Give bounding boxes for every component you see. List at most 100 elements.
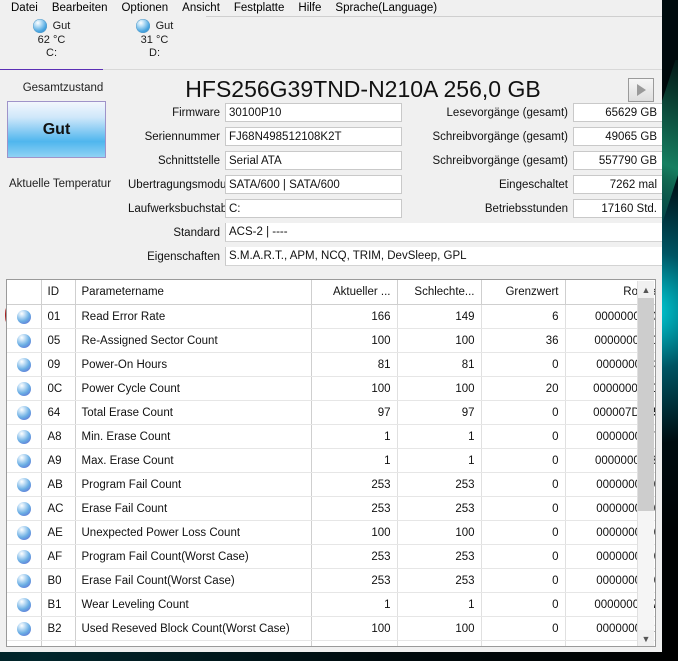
row-worst-cell: 100 [397, 376, 482, 401]
row-status-cell [7, 496, 42, 521]
row-current-cell: 100 [311, 640, 398, 646]
play-button[interactable] [628, 78, 654, 102]
disk-tab-strip: Gut 62 °C C: Gut 31 °C D: [0, 16, 662, 72]
status-sphere-icon [16, 501, 31, 516]
row-status-cell [7, 376, 42, 401]
row-current-cell: 253 [311, 544, 398, 569]
scrollbar-thumb[interactable] [638, 298, 654, 511]
menu-item-datei[interactable]: Datei [4, 1, 45, 15]
chevron-down-icon[interactable]: ▼ [638, 630, 654, 646]
row-worst-cell: 149 [397, 304, 482, 329]
play-icon [636, 84, 646, 96]
menu-item-ansicht[interactable]: Ansicht [175, 1, 227, 15]
field-firmware-value[interactable]: 30100P10 [225, 103, 402, 122]
row-current-cell: 100 [311, 616, 398, 641]
table-row[interactable]: 64Total Erase Count97970000007DF85F3 [7, 400, 655, 425]
health-caption: Gesamtzustand [22, 82, 104, 94]
field-features-value[interactable]: S.M.A.R.T., APM, NCQ, TRIM, DevSleep, GP… [225, 247, 662, 266]
table-row[interactable]: 01Read Error Rate166149600000000000B [7, 304, 655, 329]
row-threshold-cell: 0 [481, 592, 566, 617]
health-panel: Gesamtzustand Aktuelle Temperatur [0, 70, 126, 268]
row-threshold-cell: 0 [481, 640, 566, 646]
row-name-cell: Erase Fail Count [75, 496, 312, 521]
smart-table-head: ID Parametername Aktueller ... Schlechte… [7, 280, 655, 305]
table-row[interactable]: ABProgram Fail Count2532530000000000000 [7, 472, 655, 497]
row-worst-cell: 1 [397, 592, 482, 617]
table-row[interactable]: B3Used Reseved Block Count(SSD Total)100… [7, 640, 655, 646]
table-row[interactable]: 05 Re-Assigned Sector Count 100 100 36 000000… [7, 328, 655, 353]
scrollbar-track[interactable] [638, 298, 654, 630]
table-row[interactable]: B0 Erase Fail Count(Worst Case) 253 253 0 000… [7, 568, 655, 593]
status-sphere-icon [16, 597, 31, 612]
table-scrollbar[interactable]: ▲ ▼ [637, 281, 654, 646]
row-worst-cell: 97 [397, 400, 482, 425]
field-transfer-mode: Übertragungsmodus SATA/600 | SATA/600 [128, 174, 402, 195]
row-id-cell: A8 [41, 424, 76, 449]
field-standard-value[interactable]: ACS-2 | ---- [225, 223, 662, 242]
table-row[interactable]: B1Wear Leveling Count1100000000007C8 [7, 592, 655, 617]
field-transfer-mode-value[interactable]: SATA/600 | SATA/600 [225, 175, 402, 194]
menu-item-hilfe[interactable]: Hilfe [291, 1, 328, 15]
row-name-cell: Max. Erase Count [75, 448, 312, 473]
table-row[interactable]: A9Max. Erase Count11000000000080A [7, 448, 655, 473]
menu-item-bearbeiten[interactable]: Bearbeiten [45, 1, 115, 15]
field-drive-letter: Laufwerksbuchstaben C: [128, 198, 402, 219]
field-interface-label: Schnittstelle [157, 154, 220, 167]
menu-item-sprache[interactable]: Sprache(Language) [328, 1, 444, 15]
col-header-id[interactable]: ID [41, 280, 76, 305]
row-status-cell [7, 544, 42, 569]
field-total-host-writes-value[interactable]: 557790 GB [573, 151, 662, 170]
row-threshold-cell: 0 [481, 544, 566, 569]
col-header-status[interactable] [7, 280, 42, 305]
status-sphere-icon [16, 645, 31, 646]
table-row[interactable]: B2 Used Reseved Block Count(Worst Case) 10… [7, 616, 655, 641]
row-worst-cell: 100 [397, 640, 482, 646]
field-total-reads-value[interactable]: 65629 GB [573, 103, 662, 122]
row-name-cell: Wear Leveling Count [75, 592, 312, 617]
status-sphere-icon [16, 453, 31, 468]
col-header-current[interactable]: Aktueller ... [311, 280, 398, 305]
field-serial-value[interactable]: FJ68N498512108K2T [225, 127, 402, 146]
menu-item-optionen[interactable]: Optionen [114, 1, 175, 15]
field-power-on-hours-label: Betriebsstunden [484, 202, 568, 215]
field-interface-value[interactable]: Serial ATA [225, 151, 402, 170]
disk-tab-c-header: Gut [32, 19, 70, 33]
col-header-name[interactable]: Parametername [75, 280, 312, 305]
row-current-cell: 253 [311, 496, 398, 521]
field-drive-letter-value[interactable]: C: [225, 199, 402, 218]
table-row[interactable]: 0CPower Cycle Count10010020000000001C5E [7, 376, 655, 401]
status-sphere-icon [16, 333, 31, 348]
health-status-badge[interactable]: Gut [7, 101, 106, 158]
table-row[interactable]: ACErase Fail Count2532530000000000000 [7, 496, 655, 521]
disk-tab-c[interactable]: Gut 62 °C C: [0, 16, 103, 72]
status-sphere-icon [16, 573, 31, 588]
col-header-worst[interactable]: Schlechte... [397, 280, 482, 305]
smart-attributes-table: ID Parametername Aktueller ... Schlechte… [6, 279, 656, 647]
smart-table-header-row: ID Parametername Aktueller ... Schlechte… [7, 280, 655, 305]
table-row[interactable]: AF Program Fail Count(Worst Case) 253 253 0 0… [7, 544, 655, 569]
row-name-cell: Program Fail Count [75, 472, 312, 497]
menu-item-festplatte[interactable]: Festplatte [227, 1, 292, 15]
field-total-writes-value[interactable]: 49065 GB [573, 127, 662, 146]
field-power-on-hours-value[interactable]: 17160 Std. [573, 199, 662, 218]
row-status-cell [7, 616, 42, 641]
field-standard-label: Standard [173, 226, 220, 239]
row-status-cell [7, 640, 42, 646]
field-firmware-label: Firmware [172, 106, 220, 119]
field-total-host-writes: Schreibvorgänge (gesamt) 557790 GB [400, 150, 662, 171]
drive-model-title: HFS256G39TND-N210A 256,0 GB [185, 76, 541, 102]
row-id-cell: 05 [41, 328, 76, 353]
col-header-threshold[interactable]: Grenzwert [481, 280, 566, 305]
table-row[interactable]: A8Min. Erase Count110000000000750 [7, 424, 655, 449]
disk-tab-d[interactable]: Gut 31 °C D: [103, 16, 206, 72]
chevron-up-icon[interactable]: ▲ [638, 281, 654, 298]
table-row[interactable]: 09Power-On Hours81810000000004308 [7, 352, 655, 377]
row-worst-cell: 1 [397, 424, 482, 449]
row-status-cell [7, 592, 42, 617]
field-features: Eigenschaften S.M.A.R.T., APM, NCQ, TRIM… [128, 246, 662, 267]
field-power-on-count-value[interactable]: 7262 mal [573, 175, 662, 194]
row-threshold-cell: 0 [481, 352, 566, 377]
table-row[interactable]: AE Unexpected Power Loss Count 100 100 0 0000… [7, 520, 655, 545]
row-status-cell [7, 424, 42, 449]
field-total-reads: Lesevorgänge (gesamt) 65629 GB [400, 102, 662, 123]
